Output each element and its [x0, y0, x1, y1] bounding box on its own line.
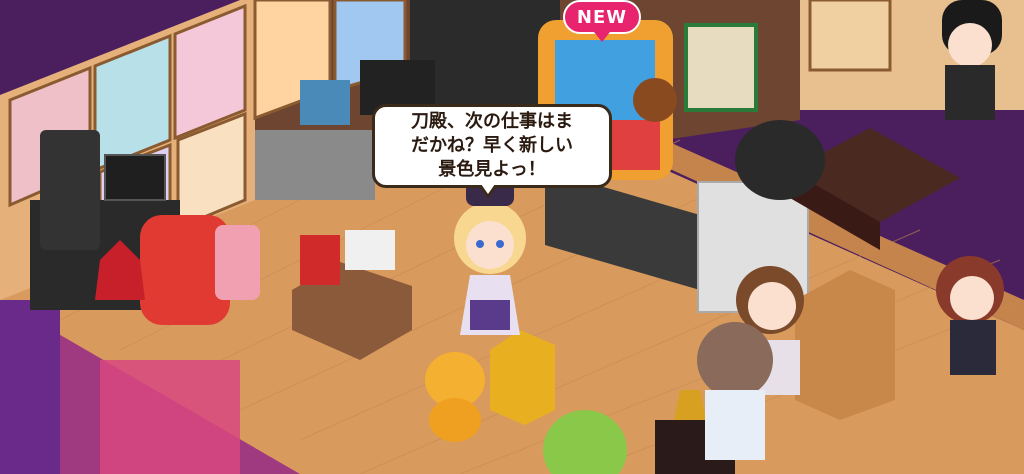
- wooden-bookshelf: [795, 270, 895, 420]
- new-badge-label: NEW: [576, 6, 628, 28]
- agumon-figure[interactable]: [425, 352, 485, 442]
- speech-bubble: 刀殿、次の仕事はま だかね？早く新しい 景色見よっ！: [372, 104, 612, 188]
- golden-statue: [490, 330, 555, 425]
- wall-poster-right: [808, 0, 892, 72]
- new-badge-pointer: [594, 32, 610, 42]
- new-badge: NEW: [563, 0, 641, 34]
- speech-bubble-tail-inner: [481, 184, 495, 194]
- map-easel: [684, 23, 758, 112]
- round-chair: [735, 120, 825, 200]
- character-back-view[interactable]: [697, 322, 773, 460]
- game-room-scene: [0, 0, 1024, 474]
- speech-text: 刀殿、次の仕事はま だかね？早く新しい 景色見よっ！: [411, 111, 573, 180]
